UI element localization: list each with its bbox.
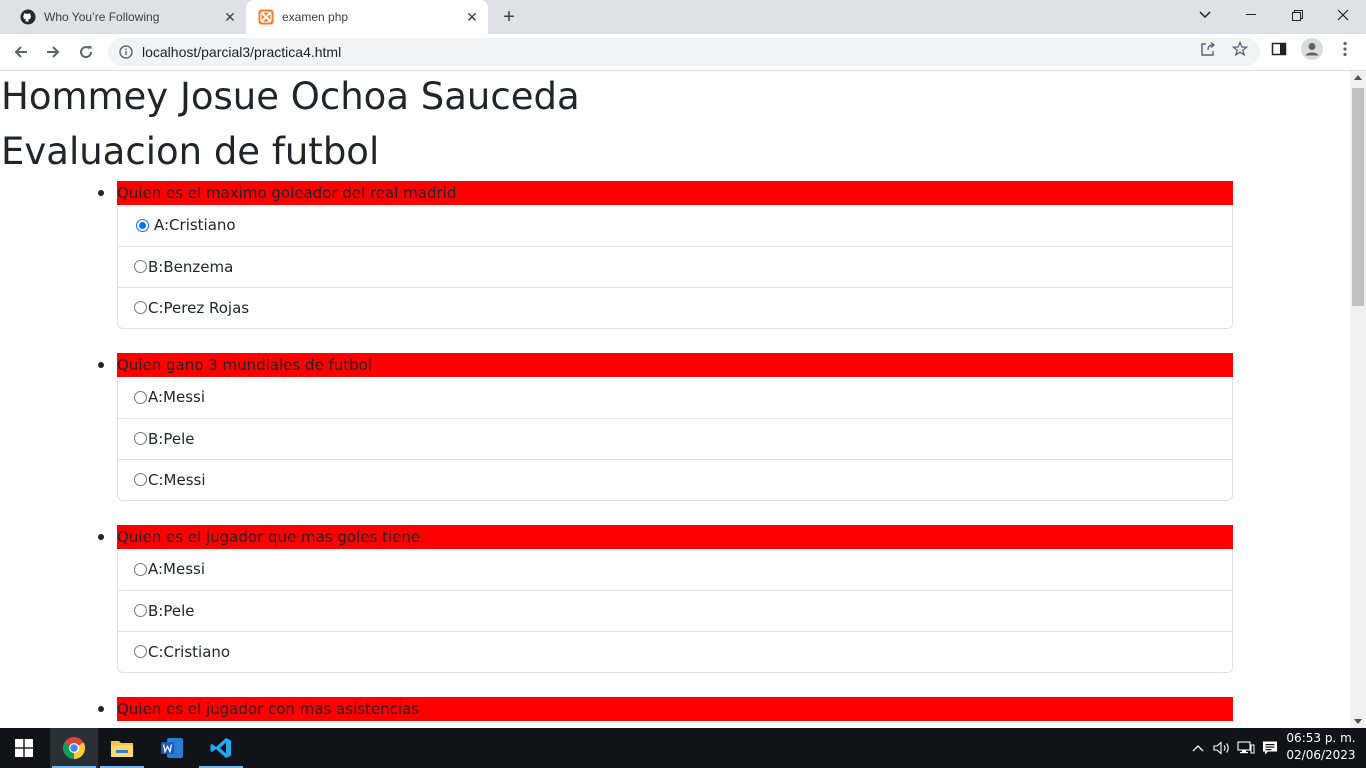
- option-label[interactable]: C:Perez Rojas: [148, 299, 249, 317]
- restore-button[interactable]: [1274, 0, 1320, 30]
- options-group: A:Cristiano B:Benzema C:Perez Rojas: [117, 204, 1233, 329]
- list-bullet: [98, 189, 104, 196]
- radio-button[interactable]: [134, 645, 147, 659]
- page-viewport: Hommey Josue Ochoa Sauceda Evaluacion de…: [0, 71, 1350, 728]
- more-menu-icon[interactable]: [1336, 40, 1354, 58]
- option-label[interactable]: B:Pele: [148, 602, 194, 620]
- scroll-down-arrow-icon[interactable]: [1354, 719, 1362, 724]
- arrow-right-icon: [47, 46, 60, 58]
- info-icon[interactable]: [118, 44, 134, 60]
- option-label[interactable]: C:Cristiano: [148, 643, 230, 661]
- question-item: Quien es el maximo goleador del real mad…: [98, 180, 1233, 329]
- windows-start-icon[interactable]: [0, 728, 48, 768]
- reload-button[interactable]: [72, 38, 100, 66]
- option-label[interactable]: A:Cristiano: [154, 216, 236, 234]
- options-group: A:Messi B:Pele C:Cristiano: [117, 548, 1233, 673]
- share-icon[interactable]: [1199, 40, 1217, 58]
- option-row[interactable]: B:Pele: [118, 589, 1232, 631]
- question-header: Quien es el maximo goleador del real mad…: [117, 180, 1233, 205]
- minimize-button[interactable]: [1228, 0, 1274, 30]
- scroll-up-arrow-icon[interactable]: [1354, 75, 1362, 80]
- radio-button[interactable]: [134, 260, 147, 274]
- question-header: Quien gano 3 mundiales de futbol: [117, 352, 1233, 377]
- tab-examen-php[interactable]: examen php ✕: [246, 0, 488, 34]
- taskbar: 06:53 p. m. 02/06/2023: [0, 728, 1366, 768]
- close-icon[interactable]: ✕: [220, 7, 240, 27]
- option-row[interactable]: B:Benzema: [118, 245, 1232, 287]
- page-heading-name: Hommey Josue Ochoa Sauceda: [1, 75, 580, 118]
- radio-button[interactable]: [134, 432, 147, 446]
- tab-who-youre-following[interactable]: Who You’re Following ✕: [8, 0, 246, 34]
- radio-button[interactable]: [134, 562, 147, 576]
- volume-icon[interactable]: [1212, 728, 1232, 768]
- xampp-icon: [258, 9, 274, 25]
- word-icon[interactable]: [148, 728, 196, 768]
- option-label[interactable]: C:Messi: [148, 471, 206, 489]
- tab-search-icon[interactable]: [1182, 0, 1228, 30]
- notification-icon[interactable]: [1260, 728, 1280, 768]
- list-bullet: [98, 705, 104, 712]
- question-item: Quien gano 3 mundiales de futbol A:Messi…: [98, 352, 1233, 501]
- tab-strip: Who You’re Following ✕ examen php ✕ +: [0, 0, 1366, 34]
- star-icon[interactable]: [1231, 40, 1249, 58]
- clock-time: 06:53 p. m.: [1286, 731, 1356, 745]
- question-list: Quien es el maximo goleador del real mad…: [98, 180, 1233, 721]
- back-button[interactable]: [7, 38, 35, 66]
- chrome-icon[interactable]: [50, 728, 98, 768]
- radio-button[interactable]: [134, 473, 147, 487]
- file-explorer-icon[interactable]: [98, 728, 146, 768]
- reload-icon: [80, 46, 93, 59]
- vertical-scrollbar[interactable]: [1350, 71, 1366, 728]
- github-icon: [20, 9, 36, 25]
- scrollbar-thumb[interactable]: [1352, 88, 1364, 306]
- network-icon[interactable]: [1236, 728, 1256, 768]
- profile-avatar-icon[interactable]: [1301, 38, 1323, 60]
- clock-date: 02/06/2023: [1286, 748, 1356, 762]
- option-row[interactable]: A:Messi: [118, 549, 1232, 590]
- question-item: Quien es el jugador que mas goles tiene …: [98, 524, 1233, 673]
- close-window-button[interactable]: [1320, 0, 1366, 30]
- radio-button[interactable]: [134, 301, 147, 315]
- vscode-icon[interactable]: [197, 728, 245, 768]
- system-clock[interactable]: 06:53 p. m. 02/06/2023: [1282, 730, 1360, 764]
- option-label[interactable]: A:Messi: [148, 388, 205, 406]
- tab-title: examen php: [282, 10, 349, 24]
- page-heading-title: Evaluacion de futbol: [1, 130, 380, 174]
- option-label[interactable]: B:Pele: [148, 430, 194, 448]
- option-row[interactable]: C:Messi: [118, 458, 1232, 500]
- radio-button[interactable]: [136, 218, 149, 232]
- question-header: Quien es el jugador que mas goles tiene: [117, 524, 1233, 549]
- question-header: Quien es el jugador con mas asistencias: [117, 696, 1233, 721]
- new-tab-button[interactable]: +: [496, 5, 522, 29]
- tab-title: Who You’re Following: [44, 10, 160, 24]
- option-row[interactable]: B:Pele: [118, 417, 1232, 459]
- option-row[interactable]: A:Messi: [118, 377, 1232, 418]
- question-item: Quien es el jugador con mas asistencias: [98, 696, 1233, 721]
- radio-button[interactable]: [134, 390, 147, 404]
- chevron-up-icon[interactable]: [1189, 728, 1207, 768]
- browser-toolbar: localhost/parcial3/practica4.html: [0, 34, 1366, 71]
- option-row[interactable]: C:Perez Rojas: [118, 286, 1232, 328]
- option-row[interactable]: C:Cristiano: [118, 630, 1232, 672]
- list-bullet: [98, 533, 104, 540]
- forward-button[interactable]: [39, 38, 67, 66]
- option-label[interactable]: A:Messi: [148, 560, 205, 578]
- radio-button[interactable]: [134, 604, 147, 618]
- options-group: A:Messi B:Pele C:Messi: [117, 376, 1233, 501]
- option-label[interactable]: B:Benzema: [148, 258, 233, 276]
- url-text: localhost/parcial3/practica4.html: [142, 44, 342, 60]
- close-icon[interactable]: ✕: [462, 7, 482, 27]
- address-bar[interactable]: localhost/parcial3/practica4.html: [108, 38, 1260, 66]
- option-row[interactable]: A:Cristiano: [118, 205, 1232, 246]
- side-panel-icon[interactable]: [1270, 40, 1288, 58]
- list-bullet: [98, 361, 104, 368]
- arrow-left-icon: [14, 46, 27, 58]
